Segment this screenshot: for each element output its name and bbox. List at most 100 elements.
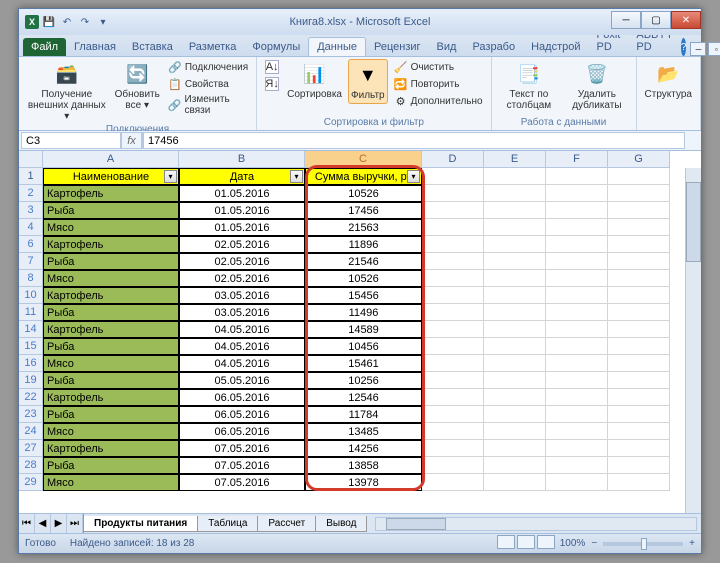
empty-cell[interactable] <box>608 219 670 236</box>
properties-button[interactable]: 📋Свойства <box>166 76 250 92</box>
cell-sum[interactable]: 11896 <box>305 236 422 253</box>
select-all[interactable] <box>19 151 43 168</box>
cell-sum[interactable]: 10526 <box>305 185 422 202</box>
cell-sum[interactable]: 21546 <box>305 253 422 270</box>
cell-sum[interactable]: 13978 <box>305 474 422 491</box>
col-header-E[interactable]: E <box>484 151 546 168</box>
cell-date[interactable]: 06.05.2016 <box>179 423 305 440</box>
cell-name[interactable]: Мясо <box>43 423 179 440</box>
empty-cell[interactable] <box>422 168 484 185</box>
row-header-23[interactable]: 23 <box>19 406 43 423</box>
empty-cell[interactable] <box>422 270 484 287</box>
empty-cell[interactable] <box>608 406 670 423</box>
row-header-27[interactable]: 27 <box>19 440 43 457</box>
zoom-slider[interactable] <box>603 542 683 546</box>
empty-cell[interactable] <box>608 202 670 219</box>
empty-cell[interactable] <box>608 457 670 474</box>
empty-cell[interactable] <box>422 457 484 474</box>
row-header-22[interactable]: 22 <box>19 389 43 406</box>
empty-cell[interactable] <box>422 202 484 219</box>
minimize-button[interactable]: ─ <box>611 11 641 29</box>
cell-sum[interactable]: 10456 <box>305 338 422 355</box>
cell-sum[interactable]: 11496 <box>305 304 422 321</box>
col-header-D[interactable]: D <box>422 151 484 168</box>
cell-name[interactable]: Мясо <box>43 474 179 491</box>
cell-name[interactable]: Картофель <box>43 236 179 253</box>
cell-sum[interactable]: 17456 <box>305 202 422 219</box>
name-box[interactable]: C3 <box>21 132 121 149</box>
cell-sum[interactable]: 12546 <box>305 389 422 406</box>
cell-name[interactable]: Рыба <box>43 253 179 270</box>
empty-cell[interactable] <box>546 304 608 321</box>
sort-button[interactable]: 📊 Сортировка <box>285 59 344 102</box>
empty-cell[interactable] <box>608 185 670 202</box>
row-header-24[interactable]: 24 <box>19 423 43 440</box>
cell-date[interactable]: 02.05.2016 <box>179 270 305 287</box>
help-button[interactable]: ? <box>681 38 687 56</box>
row-header-19[interactable]: 19 <box>19 372 43 389</box>
empty-cell[interactable] <box>546 338 608 355</box>
sheet-tab-3[interactable]: Рассчет <box>257 516 316 532</box>
header-name[interactable]: Наименование▾ <box>43 168 179 185</box>
empty-cell[interactable] <box>546 202 608 219</box>
cell-name[interactable]: Рыба <box>43 457 179 474</box>
header-sum[interactable]: Сумма выручки, ру▾ <box>305 168 422 185</box>
empty-cell[interactable] <box>608 474 670 491</box>
inner-minimize[interactable]: ─ <box>690 42 706 56</box>
filter-dropdown-b[interactable]: ▾ <box>290 170 303 183</box>
view-pagebreak[interactable] <box>537 535 555 549</box>
sort-asc-button[interactable]: А↓ <box>263 59 281 75</box>
empty-cell[interactable] <box>546 253 608 270</box>
cell-sum[interactable]: 10526 <box>305 270 422 287</box>
sort-desc-button[interactable]: Я↓ <box>263 76 281 92</box>
cell-date[interactable]: 06.05.2016 <box>179 389 305 406</box>
empty-cell[interactable] <box>422 236 484 253</box>
empty-cell[interactable] <box>546 321 608 338</box>
cell-date[interactable]: 04.05.2016 <box>179 355 305 372</box>
empty-cell[interactable] <box>546 236 608 253</box>
cell-name[interactable]: Картофель <box>43 185 179 202</box>
row-header-29[interactable]: 29 <box>19 474 43 491</box>
cell-date[interactable]: 01.05.2016 <box>179 202 305 219</box>
empty-cell[interactable] <box>422 185 484 202</box>
zoom-in[interactable]: + <box>689 538 695 549</box>
cell-name[interactable]: Рыба <box>43 338 179 355</box>
row-header-2[interactable]: 2 <box>19 185 43 202</box>
tab-layout[interactable]: Разметка <box>181 38 245 56</box>
empty-cell[interactable] <box>608 440 670 457</box>
formula-input[interactable]: 17456 <box>143 132 685 149</box>
cell-name[interactable]: Картофель <box>43 287 179 304</box>
cell-date[interactable]: 03.05.2016 <box>179 287 305 304</box>
empty-cell[interactable] <box>484 270 546 287</box>
hscroll-thumb[interactable] <box>386 518 446 530</box>
empty-cell[interactable] <box>608 372 670 389</box>
empty-cell[interactable] <box>484 321 546 338</box>
text-to-columns-button[interactable]: 📑 Текст по столбцам <box>498 59 561 113</box>
cell-sum[interactable]: 21563 <box>305 219 422 236</box>
zoom-out[interactable]: − <box>591 538 597 549</box>
empty-cell[interactable] <box>484 287 546 304</box>
cell-sum[interactable]: 15456 <box>305 287 422 304</box>
empty-cell[interactable] <box>608 304 670 321</box>
cell-date[interactable]: 02.05.2016 <box>179 236 305 253</box>
col-header-B[interactable]: B <box>179 151 305 168</box>
empty-cell[interactable] <box>546 219 608 236</box>
cell-date[interactable]: 07.05.2016 <box>179 474 305 491</box>
save-button[interactable]: 💾 <box>41 14 57 30</box>
empty-cell[interactable] <box>422 219 484 236</box>
row-header-6[interactable]: 6 <box>19 236 43 253</box>
empty-cell[interactable] <box>608 236 670 253</box>
cell-name[interactable]: Мясо <box>43 355 179 372</box>
empty-cell[interactable] <box>484 474 546 491</box>
col-header-A[interactable]: A <box>43 151 179 168</box>
cell-name[interactable]: Рыба <box>43 202 179 219</box>
empty-cell[interactable] <box>484 457 546 474</box>
cell-date[interactable]: 03.05.2016 <box>179 304 305 321</box>
cell-sum[interactable]: 10256 <box>305 372 422 389</box>
tab-data[interactable]: Данные <box>308 37 366 56</box>
empty-cell[interactable] <box>484 202 546 219</box>
empty-cell[interactable] <box>608 253 670 270</box>
horizontal-scrollbar[interactable] <box>375 517 697 531</box>
empty-cell[interactable] <box>608 270 670 287</box>
cell-date[interactable]: 02.05.2016 <box>179 253 305 270</box>
